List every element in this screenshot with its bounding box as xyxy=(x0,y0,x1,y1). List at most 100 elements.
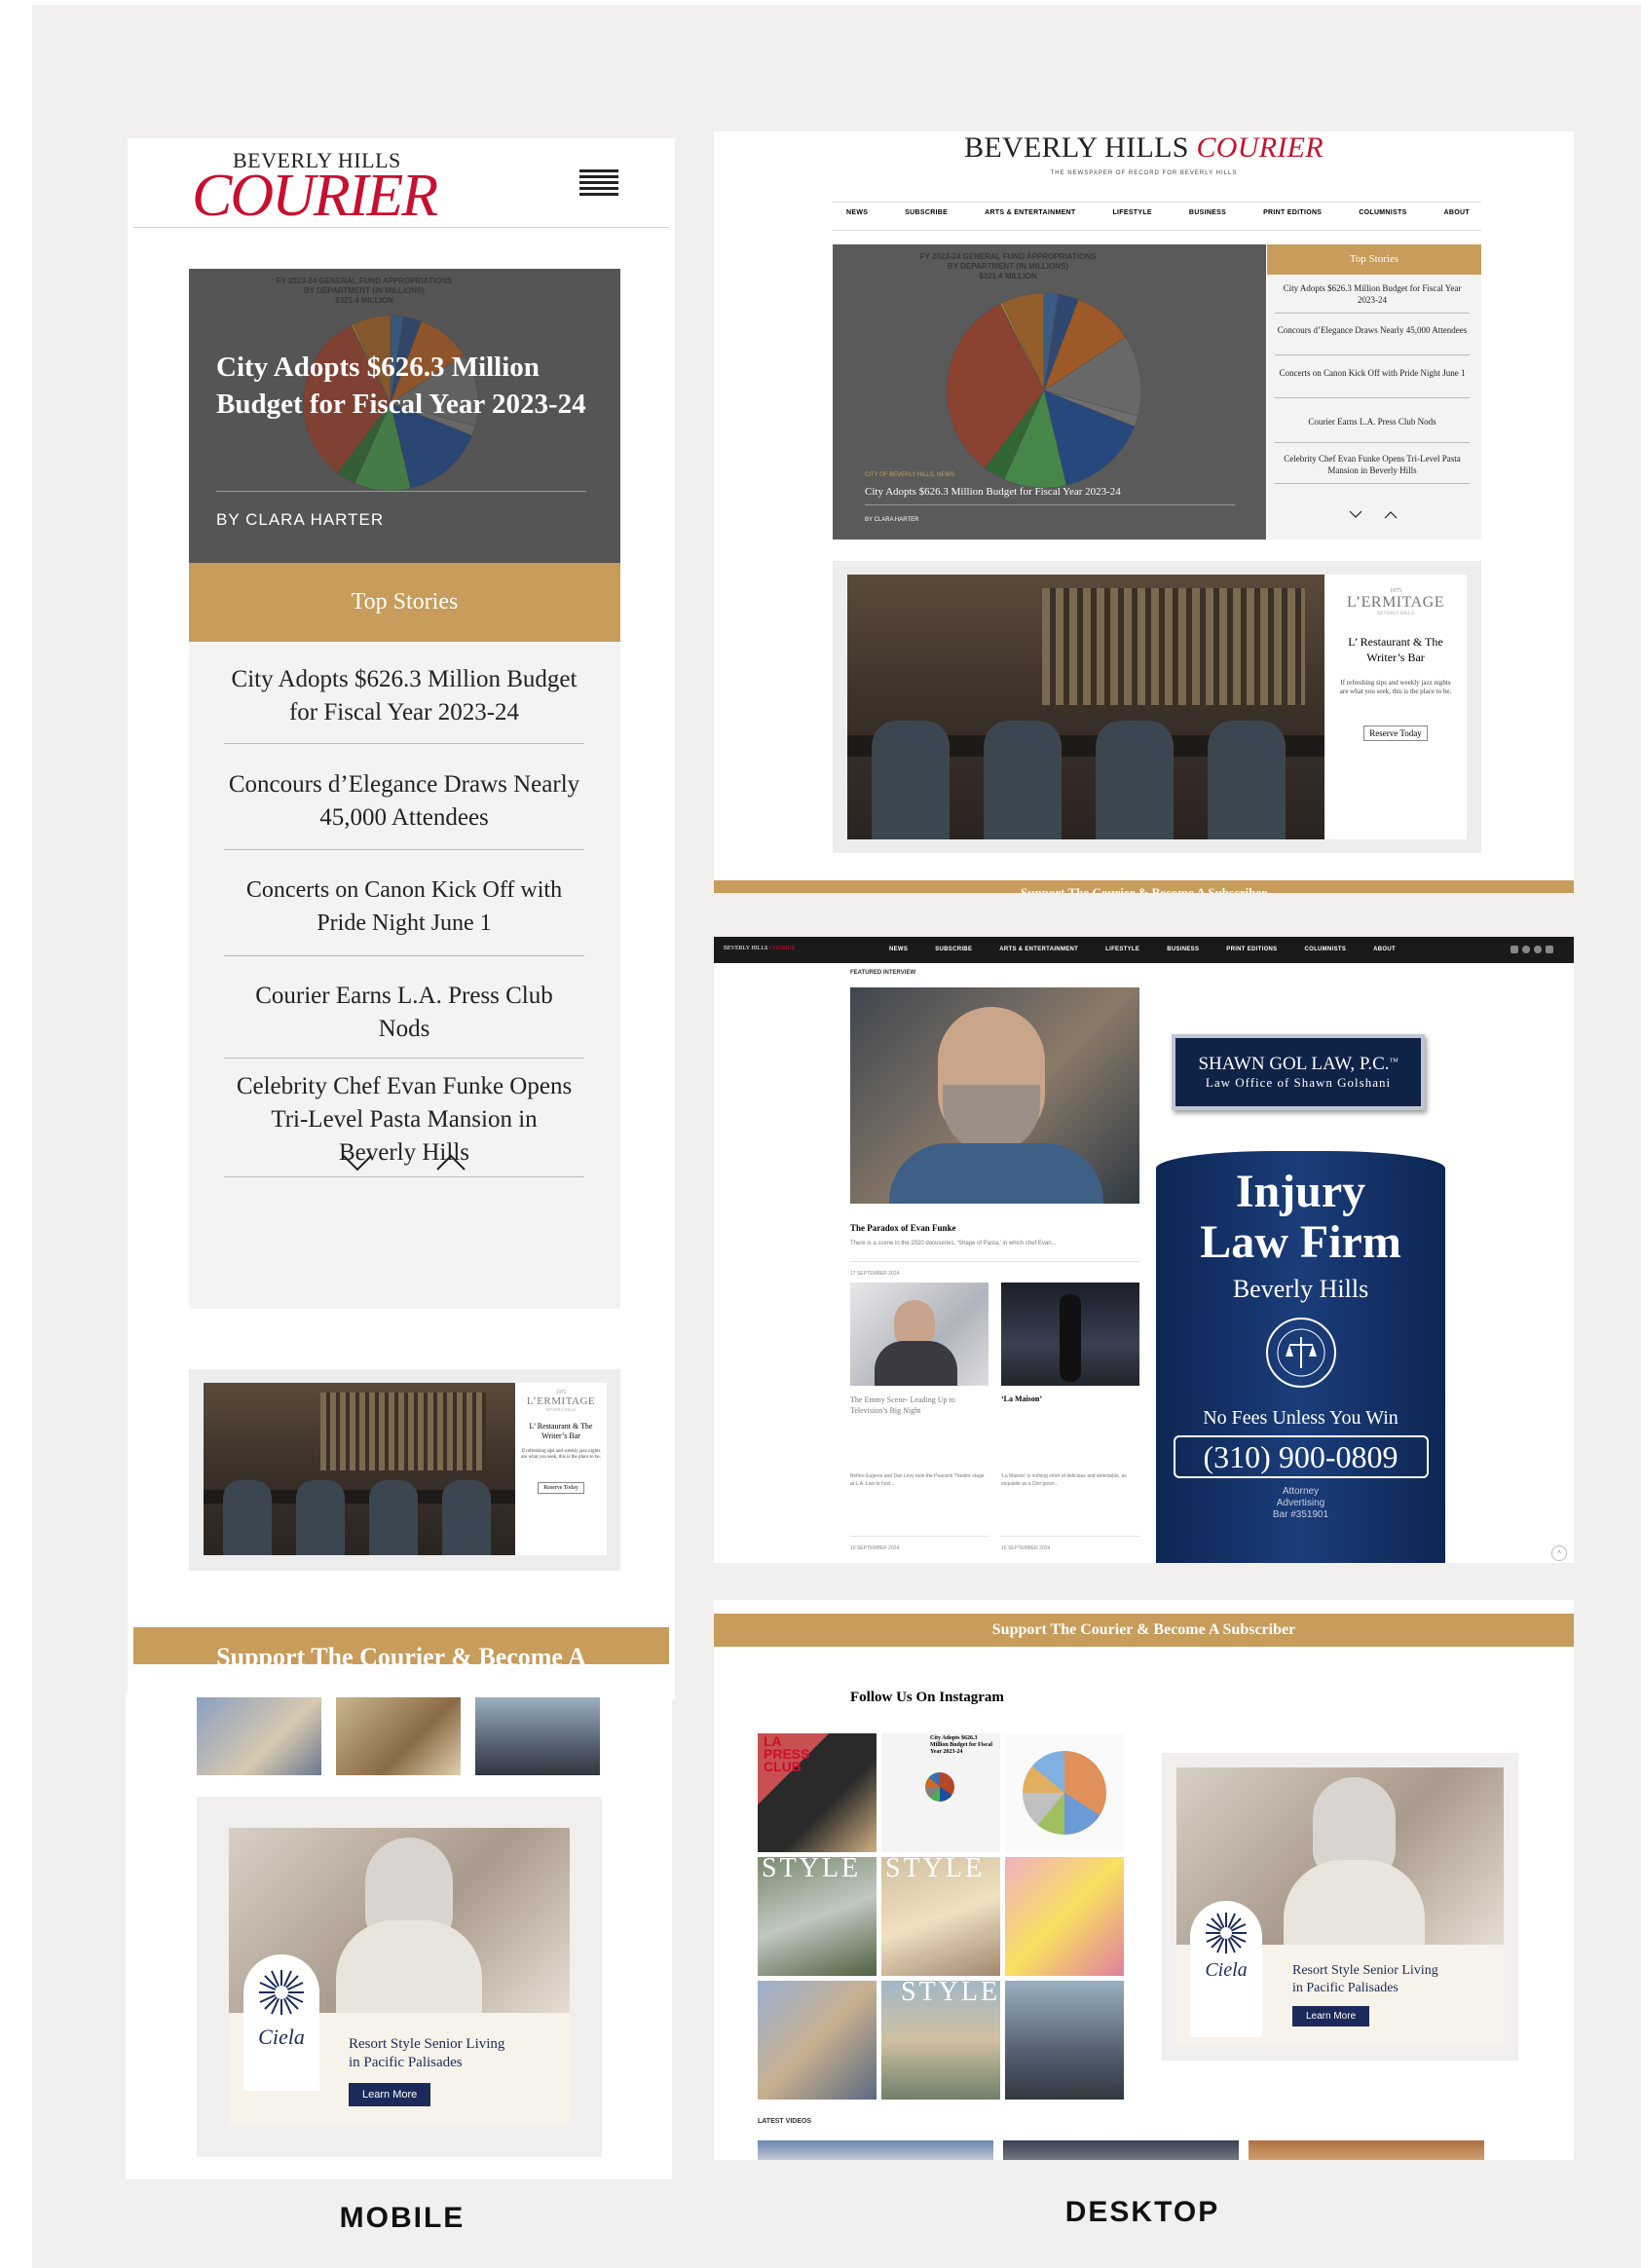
learn-more-button[interactable]: Learn More xyxy=(1292,2006,1370,2026)
nav-subscribe[interactable]: SUBSCRIBE xyxy=(905,209,948,223)
video-thumb[interactable] xyxy=(1249,2140,1484,2160)
chevron-down-icon[interactable] xyxy=(342,1153,373,1172)
desktop-nav: NEWS SUBSCRIBE ARTS & ENTERTAINMENT LIFE… xyxy=(846,209,1470,223)
instagram-tile[interactable]: STYLE xyxy=(881,1853,1000,1976)
instagram-tile[interactable]: City Adopts $626.3 Million Budget for Fi… xyxy=(881,1733,1000,1852)
top-story-link[interactable]: Courier Earns L.A. Press Club Nods xyxy=(224,980,584,1046)
instagram-thumb[interactable] xyxy=(197,1697,321,1775)
mobile-screen: BEVERLY HILLS COURIER FY 2023-24 GENERAL… xyxy=(128,138,675,1699)
facebook-icon[interactable] xyxy=(1522,946,1530,953)
featured-main-title[interactable]: The Paradox of Evan Funke xyxy=(850,1223,956,1233)
courier-logo[interactable]: BEVERLY HILLS COURIER xyxy=(192,148,438,229)
logo-name-text: COURIER xyxy=(192,163,438,229)
desktop-hero-card[interactable]: FY 2023-24 GENERAL FUND APPROPRIATIONS BY… xyxy=(833,244,1266,539)
video-thumb[interactable] xyxy=(758,2140,993,2160)
sticky-logo[interactable]: BEVERLY HILLS COURIER xyxy=(724,946,795,951)
ciela-sunburst-icon xyxy=(259,1970,304,2015)
ciela-ad-mobile[interactable]: Ciela Resort Style Senior Living in Pacif… xyxy=(197,1797,602,2157)
hero-byline: BY CLARA HARTER xyxy=(216,510,385,529)
nav-print-editions[interactable]: PRINT EDITIONS xyxy=(1263,209,1322,223)
ermitage-logo: L’ERMITAGE xyxy=(526,1395,596,1407)
featured-main-date: 17 SEPTEMBER 2024 xyxy=(850,1271,900,1277)
youtube-icon[interactable] xyxy=(1546,946,1553,953)
nav-about[interactable]: ABOUT xyxy=(1444,209,1470,223)
ciela-sunburst-icon xyxy=(1206,1913,1247,1953)
featured-label: FEATURED INTERVIEW xyxy=(850,970,916,976)
nav-subscribe[interactable]: SUBSCRIBE xyxy=(935,947,972,952)
nav-business[interactable]: BUSINESS xyxy=(1167,947,1199,952)
nav-lifestyle[interactable]: LIFESTYLE xyxy=(1105,947,1139,952)
video-thumb[interactable] xyxy=(1003,2140,1239,2160)
desktop-logo[interactable]: BEVERLY HILLS COURIER xyxy=(714,131,1574,165)
ermitage-ad-copy: 1975 L’ERMITAGE BEVERLY HILLS L’ Restaur… xyxy=(1324,575,1467,839)
ermitage-ad[interactable]: 1975 L’ERMITAGE BEVERLY HILLS L’ Restaur… xyxy=(833,561,1481,853)
top-story-link[interactable]: Courier Earns L.A. Press Club Nods xyxy=(1275,416,1470,428)
support-banner-mobile[interactable]: Support The Courier & Become A xyxy=(133,1627,669,1664)
evan-funke-photo[interactable] xyxy=(850,987,1139,1204)
instagram-thumb[interactable] xyxy=(336,1697,461,1775)
hamburger-menu-icon[interactable] xyxy=(579,169,618,196)
desktop-screen-1: BEVERLY HILLS COURIER THE NEWSPAPER OF R… xyxy=(714,131,1574,893)
emmy-photo[interactable] xyxy=(850,1283,988,1386)
scroll-to-top-icon[interactable]: ^ xyxy=(1551,1545,1567,1561)
desktop-top-stories: Top Stories City Adopts $626.3 Million B… xyxy=(1267,244,1481,539)
featured-card-date: 16 SEPTEMBER 2024 xyxy=(1001,1545,1051,1551)
top-story-link[interactable]: Celebrity Chef Evan Funke Opens Tri-Leve… xyxy=(1275,453,1470,476)
ermitage-ad[interactable]: 1975 L’ERMITAGE BEVERLY HILLS L’ Restaur… xyxy=(189,1369,620,1571)
top-story-link[interactable]: Concours d’Elegance Draws Nearly 45,000 … xyxy=(1275,324,1470,336)
nav-columnists[interactable]: COLUMNISTS xyxy=(1304,947,1346,952)
featured-card-title[interactable]: ‘La Maison’ xyxy=(1001,1394,1139,1403)
top-story-link[interactable]: Concerts on Canon Kick Off with Pride Ni… xyxy=(224,874,584,940)
support-banner-peek[interactable]: Support The Courier & Become A Subscribe… xyxy=(714,880,1574,893)
hero-title[interactable]: City Adopts $626.3 Million Budget for Fi… xyxy=(216,349,596,423)
shawn-gol-law-logo[interactable]: SHAWN GOL LAW, P.C.TM Law Office of Shaw… xyxy=(1172,1034,1425,1110)
nav-columnists[interactable]: COLUMNISTS xyxy=(1359,209,1406,223)
top-story-link[interactable]: City Adopts $626.3 Million Budget for Fi… xyxy=(1275,282,1470,306)
hero-card[interactable]: FY 2023-24 GENERAL FUND APPROPRIATIONS BY… xyxy=(189,269,620,563)
instagram-tile[interactable]: LA PRESS CLUB xyxy=(758,1733,876,1852)
learn-more-button[interactable]: Learn More xyxy=(349,2083,431,2106)
bar-photo xyxy=(204,1383,515,1555)
ermitage-logo: L’ERMITAGE xyxy=(1346,594,1444,611)
top-story-link[interactable]: Concerts on Canon Kick Off with Pride Ni… xyxy=(1275,367,1470,379)
la-maison-photo[interactable] xyxy=(1001,1283,1139,1386)
latest-videos-label: LATEST VIDEOS xyxy=(758,2118,812,2125)
top-story-link[interactable]: Concours d’Elegance Draws Nearly 45,000 … xyxy=(224,768,584,835)
nav-news[interactable]: NEWS xyxy=(889,947,908,952)
ciela-logo: Ciela xyxy=(243,1954,319,2091)
support-banner[interactable]: Support The Courier & Become A Subscribe… xyxy=(714,1614,1574,1647)
law-phone-number[interactable]: (310) 900-0809 xyxy=(1173,1435,1429,1478)
instagram-thumb[interactable] xyxy=(475,1697,600,1775)
reserve-today-button[interactable]: Reserve Today xyxy=(1363,725,1428,741)
nav-arts[interactable]: ARTS & ENTERTAINMENT xyxy=(999,947,1078,952)
injury-law-ad[interactable]: Injury Law Firm Beverly Hills No Fees Un… xyxy=(1156,1151,1445,1563)
instagram-tile[interactable] xyxy=(1005,1857,1124,1976)
chevron-up-icon[interactable] xyxy=(435,1153,466,1172)
featured-card-date: 19 SEPTEMBER 2024 xyxy=(850,1545,900,1551)
featured-main-excerpt: There is a scene in the 2020 docuseries,… xyxy=(850,1241,1057,1246)
top-story-link[interactable]: City Adopts $626.3 Million Budget for Fi… xyxy=(224,663,584,729)
ermitage-ad-copy: 1975 L’ERMITAGE BEVERLY HILLS L’ Restaur… xyxy=(515,1383,607,1555)
instagram-icon[interactable] xyxy=(1510,946,1518,953)
instagram-tile[interactable]: STYLE xyxy=(758,1853,876,1976)
nav-news[interactable]: NEWS xyxy=(846,209,868,223)
chevron-down-icon[interactable] xyxy=(1349,510,1362,519)
instagram-tile[interactable]: STYLE xyxy=(881,1977,1000,2100)
instagram-tile[interactable] xyxy=(1005,1981,1124,2100)
nav-arts[interactable]: ARTS & ENTERTAINMENT xyxy=(985,209,1075,223)
featured-card-title[interactable]: The Emmy Scene- Leading Up to Television… xyxy=(850,1394,988,1416)
reserve-today-button[interactable]: Reserve Today xyxy=(538,1482,584,1494)
nav-lifestyle[interactable]: LIFESTYLE xyxy=(1112,209,1151,223)
bar-photo xyxy=(847,575,1324,839)
nav-business[interactable]: BUSINESS xyxy=(1189,209,1226,223)
instagram-tile[interactable] xyxy=(1005,1733,1124,1852)
nav-print-editions[interactable]: PRINT EDITIONS xyxy=(1226,947,1277,952)
ciela-ad-desktop[interactable]: Ciela Resort Style Senior Living in Pacif… xyxy=(1162,1753,1518,2061)
top-story-link[interactable]: Celebrity Chef Evan Funke Opens Tri-Leve… xyxy=(224,1070,584,1170)
chevron-up-icon[interactable] xyxy=(1384,510,1398,519)
hero-title[interactable]: City Adopts $626.3 Million Budget for Fi… xyxy=(865,486,1235,498)
nav-about[interactable]: ABOUT xyxy=(1373,947,1396,952)
twitter-icon[interactable] xyxy=(1534,946,1542,953)
instagram-tile[interactable] xyxy=(758,1981,876,2100)
mobile-screen-lower: Ciela Resort Style Senior Living in Pacif… xyxy=(126,1692,672,2179)
